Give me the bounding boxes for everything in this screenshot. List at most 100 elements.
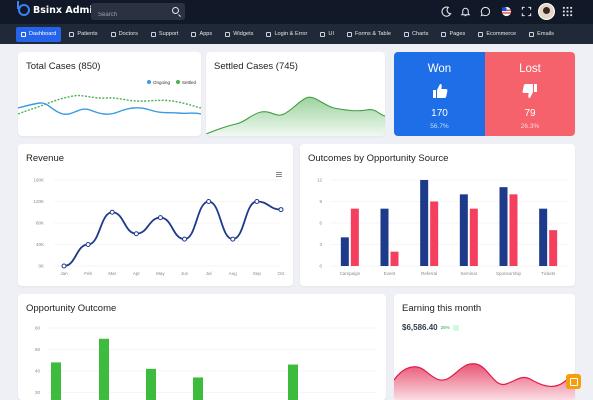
avatar[interactable] bbox=[538, 3, 555, 20]
fullscreen-icon[interactable] bbox=[521, 6, 532, 17]
cart-icon bbox=[478, 31, 484, 37]
nav-item-label: Doctors bbox=[118, 31, 138, 37]
bar bbox=[499, 187, 508, 266]
x-tick-label: Jan bbox=[60, 271, 68, 276]
top-bar: Bsinx Admin bbox=[0, 0, 593, 24]
moon-icon[interactable] bbox=[441, 6, 452, 17]
legend-settled[interactable]: Settled bbox=[176, 80, 196, 85]
opportunity-outcome-card: Opportunity Outcome 30 40 50 60 bbox=[18, 294, 386, 400]
bar bbox=[193, 377, 203, 400]
nav-item-forms-table[interactable]: Forms & Table bbox=[342, 27, 396, 42]
search-input[interactable] bbox=[91, 6, 161, 24]
nav-item-login-error[interactable]: Login & Error bbox=[261, 27, 312, 42]
bar bbox=[539, 208, 548, 266]
y-tick-label: 120K bbox=[33, 199, 44, 204]
data-point bbox=[278, 207, 284, 213]
nav-item-ui[interactable]: UI bbox=[315, 27, 339, 42]
nav-item-label: Forms & Table bbox=[355, 31, 391, 37]
search-box[interactable] bbox=[91, 3, 185, 24]
bar bbox=[420, 180, 429, 266]
data-point bbox=[206, 199, 212, 204]
apps-icon[interactable] bbox=[562, 6, 573, 17]
bar bbox=[549, 230, 558, 266]
bar bbox=[146, 368, 156, 400]
y-tick-label: 9 bbox=[319, 199, 322, 204]
trend-up-icon bbox=[452, 324, 459, 331]
nav-item-apps[interactable]: Apps bbox=[186, 27, 217, 42]
y-tick-label: 0 bbox=[319, 264, 322, 269]
forms-icon bbox=[347, 31, 352, 37]
nav-item-label: Apps bbox=[199, 31, 213, 37]
bar bbox=[340, 237, 349, 266]
legend-ongoing[interactable]: Ongoing bbox=[147, 80, 170, 85]
lost-card: Lost 79 26.3% bbox=[485, 52, 575, 136]
y-tick-label: 160K bbox=[33, 178, 44, 183]
nav-item-widgets[interactable]: Widgets bbox=[220, 27, 258, 42]
bar bbox=[509, 194, 518, 266]
bar bbox=[288, 364, 298, 400]
settled-cases-chart bbox=[206, 96, 385, 136]
x-tick-label: Referral bbox=[421, 271, 437, 276]
bar bbox=[390, 251, 399, 266]
flag-icon[interactable] bbox=[501, 6, 512, 17]
y-tick-label: 40K bbox=[36, 242, 44, 247]
nav-item-patients[interactable]: Patients bbox=[64, 27, 102, 42]
y-tick-label: 0K bbox=[38, 264, 44, 269]
nav-item-label: Emails bbox=[537, 31, 554, 37]
charts-icon bbox=[403, 31, 409, 37]
revenue-line bbox=[63, 200, 282, 267]
opportunity-source-card: Outcomes by Opportunity Source 0 3 6 9 12 Cam… bbox=[300, 144, 575, 286]
nav-item-pages[interactable]: Pages bbox=[436, 27, 470, 42]
x-tick-label: Jun bbox=[181, 271, 189, 276]
data-point bbox=[157, 215, 163, 221]
lost-label: Lost bbox=[519, 63, 541, 75]
brand[interactable]: Bsinx Admin bbox=[17, 1, 99, 16]
x-tick-label: Event bbox=[384, 271, 396, 276]
lock-icon bbox=[266, 31, 272, 37]
x-tick-label: Tickets bbox=[541, 271, 556, 276]
card-title: Settled Cases (745) bbox=[214, 61, 298, 72]
nav-item-doctors[interactable]: Doctors bbox=[106, 27, 143, 42]
bar bbox=[350, 208, 359, 266]
nav-item-label: Charts bbox=[411, 31, 429, 37]
support-icon bbox=[150, 31, 156, 37]
bell-icon[interactable] bbox=[460, 6, 471, 17]
x-tick-label: Sep bbox=[253, 271, 262, 276]
y-tick-label: 50 bbox=[35, 347, 41, 352]
nav-item-label: Widgets bbox=[233, 31, 254, 37]
search-icon[interactable] bbox=[172, 7, 179, 14]
earning-change: 25% bbox=[440, 325, 450, 330]
main-nav: Dashboard Patients Doctors Support Apps Widge… bbox=[0, 24, 593, 44]
chat-icon[interactable] bbox=[480, 6, 491, 17]
nav-item-label: Ecommerce bbox=[486, 31, 517, 37]
bar bbox=[469, 208, 478, 266]
bar bbox=[430, 201, 439, 266]
data-point bbox=[133, 231, 139, 237]
bar bbox=[380, 208, 389, 266]
x-tick-label: Seminar bbox=[460, 271, 477, 276]
x-tick-label: Jul bbox=[206, 271, 212, 276]
settings-float-button[interactable] bbox=[566, 374, 581, 389]
earning-card: Earning this month $6,586.40 25% bbox=[394, 294, 575, 400]
lost-percent: 26.3% bbox=[520, 123, 540, 130]
y-tick-label: 60 bbox=[35, 326, 41, 331]
x-tick-label: Feb bbox=[84, 271, 92, 276]
x-tick-label: Mar bbox=[108, 271, 116, 276]
patients-icon bbox=[69, 31, 75, 37]
dashboard-icon bbox=[21, 31, 26, 37]
earning-value-row: $6,586.40 25% bbox=[402, 323, 459, 332]
nav-item-label: Patients bbox=[77, 31, 98, 37]
won-value: 170 bbox=[431, 108, 448, 119]
data-point bbox=[254, 199, 260, 204]
widgets-icon bbox=[225, 31, 231, 37]
nav-item-emails[interactable]: Emails bbox=[524, 27, 559, 42]
nav-item-support[interactable]: Support bbox=[146, 27, 184, 42]
nav-item-ecommerce[interactable]: Ecommerce bbox=[473, 27, 521, 42]
nav-item-label: Pages bbox=[449, 31, 466, 37]
nav-item-charts[interactable]: Charts bbox=[399, 27, 433, 42]
x-tick-label: Aug bbox=[229, 271, 238, 276]
opportunity-outcome-chart: 30 40 50 60 bbox=[35, 326, 376, 400]
nav-item-dashboard[interactable]: Dashboard bbox=[16, 26, 62, 42]
ui-icon bbox=[320, 31, 326, 37]
y-tick-label: 6 bbox=[319, 221, 322, 226]
